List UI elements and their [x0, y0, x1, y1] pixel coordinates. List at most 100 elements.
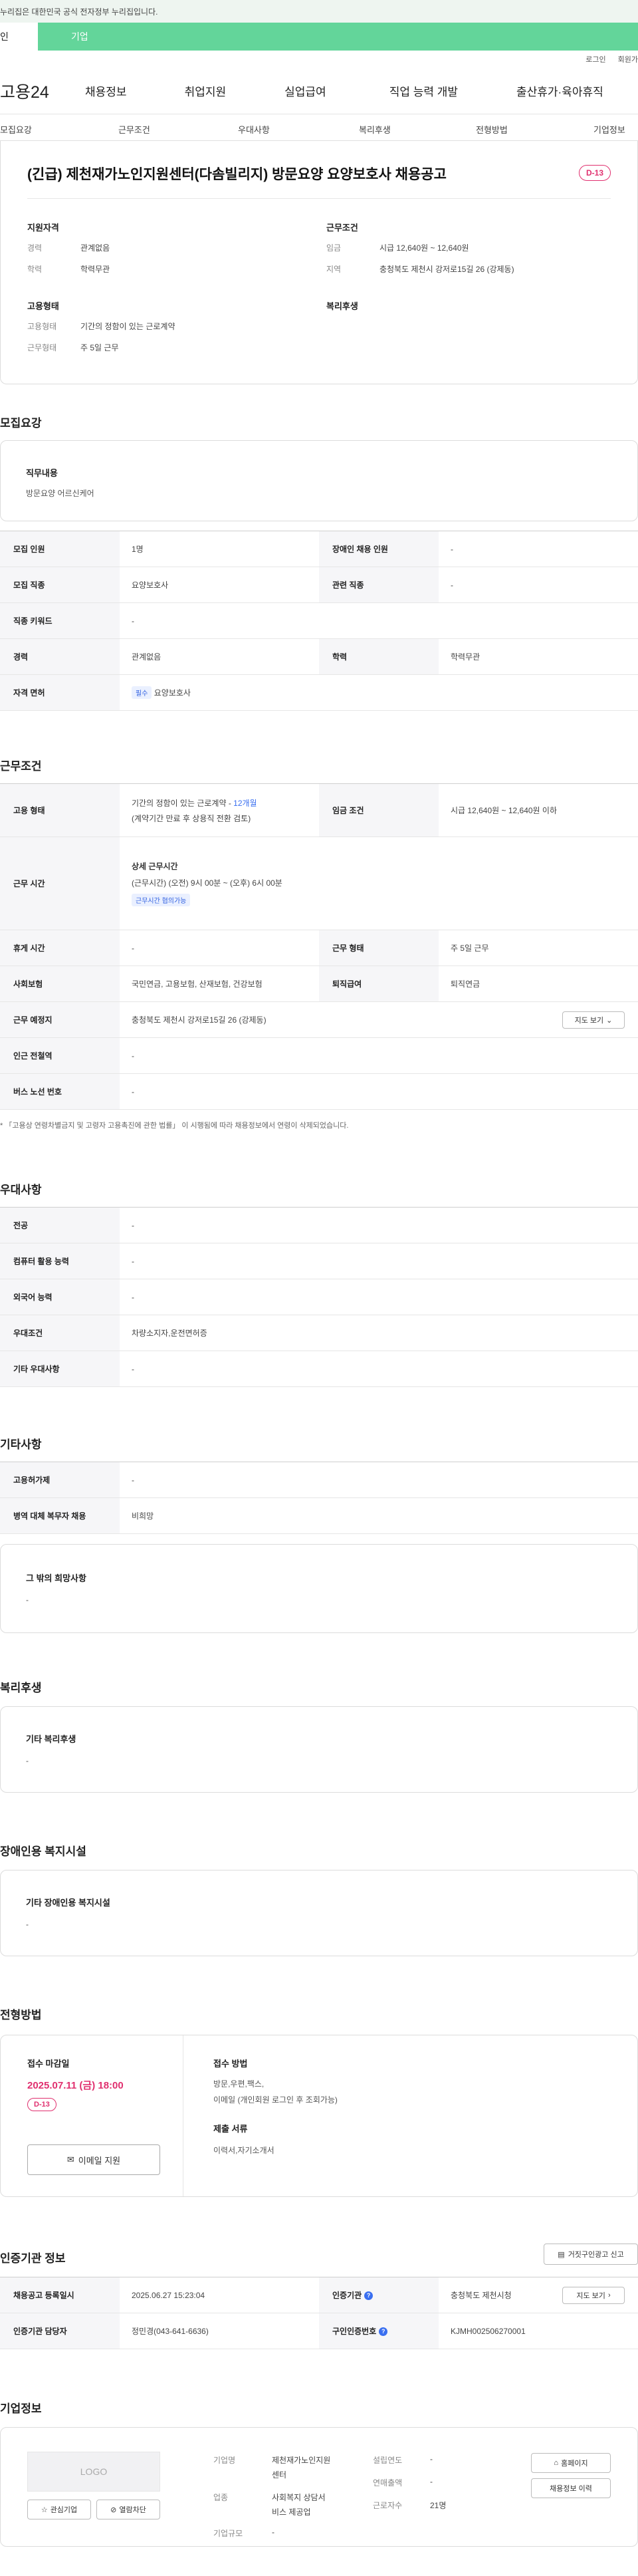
- subnav-benefit[interactable]: 복리후생: [359, 123, 391, 136]
- cell-header: 컴퓨터 활용 능력: [0, 1243, 120, 1279]
- favorite-company-button[interactable]: ☆ 관심기업: [27, 2500, 91, 2519]
- page: 누리집은 대한민국 공식 전자정부 누리집입니다. 인 기업 로그인 회원가 고…: [0, 0, 638, 2576]
- cell-value: -: [120, 1037, 638, 1074]
- cert-org-value: 충청북도 제천시청: [451, 2291, 512, 2300]
- cond-key: 임금: [326, 243, 342, 253]
- wish-value: -: [26, 1595, 29, 1605]
- cell-value: 2025.06.27 15:23:04: [120, 2277, 319, 2313]
- pref-table: 전공 - 컴퓨터 활용 능력 - 외국어 능력 - 우대조건 차량소지자,운전면허증 기…: [0, 1207, 638, 1387]
- location-value: 충청북도 제천시 강저로15길 26 (강제동): [132, 1015, 266, 1025]
- docs-value: 이력서,자기소개서: [213, 2146, 274, 2155]
- cell-header: 휴게 시간: [0, 930, 120, 966]
- wish-card: 그 밖의 희망사항 -: [0, 1544, 638, 1633]
- subnav-company[interactable]: 기업정보: [593, 123, 625, 136]
- table-row: 직종 키워드 -: [0, 602, 638, 639]
- cell-value: 차량소지자,운전면허증: [120, 1315, 638, 1351]
- cond-value: 시급 12,640원 ~ 12,640원: [379, 243, 469, 253]
- emp-value: 기간의 정함이 있는 근로계약: [80, 322, 175, 331]
- report-fake-ad-button[interactable]: ▤ 거짓구인광고 신고: [544, 2244, 638, 2265]
- emp-key: 고용형태: [27, 322, 57, 331]
- table-row: 컴퓨터 활용 능력 -: [0, 1243, 638, 1279]
- table-row: 휴게 시간 - 근무 형태 주 5일 근무: [0, 930, 638, 966]
- favorite-label: 관심기업: [50, 2506, 78, 2514]
- cell-value: 퇴직연금: [439, 966, 638, 1002]
- selection-title: 전형방법: [0, 2009, 42, 2021]
- disabled-label: 기타 장애인용 복지시설: [26, 1898, 110, 1908]
- site-logo[interactable]: 고용24: [0, 79, 85, 103]
- table-row: 근무 시간 상세 근무시간 (근무시간) (오전) 9시 00분 ~ (오후) …: [0, 837, 638, 930]
- company-card: LOGO ☆ 관심기업 ⊘ 열람차단 기업명 제천재가노인지원 센터 업종 사회복지…: [0, 2427, 638, 2547]
- info-icon[interactable]: ?: [364, 2291, 373, 2301]
- cell-header: 구인인증번호?: [319, 2313, 439, 2349]
- emp-key: 근무형태: [27, 343, 57, 352]
- emp-sub: (계약기간 만료 후 상용직 전환 검토): [132, 813, 251, 823]
- job-history-label: 채용정보 이력: [550, 2485, 592, 2493]
- cell-header: 직종 키워드: [0, 602, 120, 639]
- block-view-button[interactable]: ⊘ 열람차단: [96, 2500, 160, 2519]
- cell-value: -: [120, 1243, 638, 1279]
- cert-map-button[interactable]: 지도 보기 ›: [562, 2287, 625, 2304]
- subnav-recruit[interactable]: 모집요강: [0, 123, 32, 136]
- subnav-work[interactable]: 근무조건: [118, 123, 150, 136]
- emp-period: 12개월: [233, 798, 257, 808]
- report-label: 거짓구인광고 신고: [568, 2251, 624, 2259]
- method-label: 접수 방법: [213, 2059, 248, 2069]
- wish-label: 그 밖의 희망사항: [26, 1573, 86, 1583]
- cell-header: 근무 형태: [319, 930, 439, 966]
- email-apply-button[interactable]: ✉ 이메일 지원: [27, 2144, 160, 2175]
- work-title: 근무조건: [0, 760, 42, 773]
- qual-title: 지원자격: [27, 223, 59, 233]
- cell-value: 주 5일 근무: [439, 930, 638, 966]
- qual-value: 학력무관: [80, 265, 110, 274]
- tab-company[interactable]: 기업: [38, 23, 88, 51]
- chevron-down-icon: ⌄: [606, 1016, 613, 1025]
- qual-key: 학력: [27, 265, 43, 274]
- cell-header: 인증기관 담당자: [0, 2313, 120, 2349]
- cell-value: 1명: [120, 531, 319, 567]
- required-tag: 필수: [132, 686, 152, 699]
- subnav-pref[interactable]: 우대사항: [238, 123, 270, 136]
- emp-list: 고용형태 기간의 정함이 있는 근로계약 근무형태 주 5일 근무: [27, 321, 175, 363]
- table-row: 인근 전철역 -: [0, 1037, 638, 1074]
- table-row: 경력 관계없음 학력 학력무관: [0, 638, 638, 675]
- table-row: 기타 우대사항 -: [0, 1351, 638, 1387]
- work-table: 고용 형태 기간의 정함이 있는 근로계약 - 12개월 (계약기간 만료 후 …: [0, 783, 638, 1110]
- map-button[interactable]: 지도 보기 ⌄: [562, 1011, 625, 1029]
- qual-value: 관계없음: [80, 243, 110, 253]
- subnav-selection[interactable]: 전형방법: [476, 123, 508, 136]
- cell-header: 채용공고 등록일시: [0, 2277, 120, 2313]
- table-row: 외국어 능력 -: [0, 1279, 638, 1315]
- nav-vocational-training[interactable]: 직업 능력 개발: [389, 82, 458, 99]
- cell-header: 근무 예정지: [0, 1001, 120, 1038]
- cell-header: 기타 우대사항: [0, 1351, 120, 1387]
- cell-value: 시급 12,640원 ~ 12,640원 이하: [439, 783, 638, 837]
- cell-value: 상세 근무시간 (근무시간) (오전) 9시 00분 ~ (오후) 6시 00분…: [120, 837, 638, 930]
- established-key: 설립연도: [373, 2456, 403, 2465]
- cell-value: 충청북도 제천시청 지도 보기 ›: [439, 2277, 638, 2313]
- tab-individual[interactable]: 인: [0, 23, 38, 51]
- benefit-label: 기타 복리후생: [26, 1734, 76, 1744]
- cell-header: 경력: [0, 638, 120, 675]
- info-icon[interactable]: ?: [379, 2327, 388, 2337]
- block-icon: ⊘: [110, 2506, 117, 2514]
- cell-header: 버스 노선 번호: [0, 1073, 120, 1110]
- cell-value: -: [120, 930, 319, 966]
- cell-value: -: [439, 567, 638, 603]
- job-history-button[interactable]: 채용정보 이력: [531, 2478, 611, 2498]
- nav-unemployment-benefit[interactable]: 실업급여: [284, 82, 326, 99]
- cert-table: 채용공고 등록일시 2025.06.27 15:23:04 인증기관? 충청북도…: [0, 2277, 638, 2349]
- cell-value: 요양보호사: [120, 567, 319, 603]
- cell-value: 필수 요양보호사: [120, 674, 638, 711]
- nav-jobs[interactable]: 채용정보: [85, 82, 127, 99]
- nav-parental-leave[interactable]: 출산휴가·육아휴직: [516, 82, 603, 99]
- table-row: 버스 노선 번호 -: [0, 1073, 638, 1110]
- cond-list: 임금 시급 12,640원 ~ 12,640원 지역 충청북도 제천시 강저로15길…: [326, 242, 514, 285]
- join-link[interactable]: 회원가: [618, 54, 638, 64]
- disabled-card: 기타 장애인용 복지시설 -: [0, 1870, 638, 1956]
- nav-employment-support[interactable]: 취업지원: [185, 82, 227, 99]
- emp-title: 고용형태: [27, 301, 59, 311]
- login-link[interactable]: 로그인: [585, 54, 605, 64]
- cell-header: 관련 직종: [319, 567, 439, 603]
- homepage-button[interactable]: ⌂ 홈페이지: [531, 2453, 611, 2473]
- time-tag: 근무시간 협의가능: [132, 894, 191, 906]
